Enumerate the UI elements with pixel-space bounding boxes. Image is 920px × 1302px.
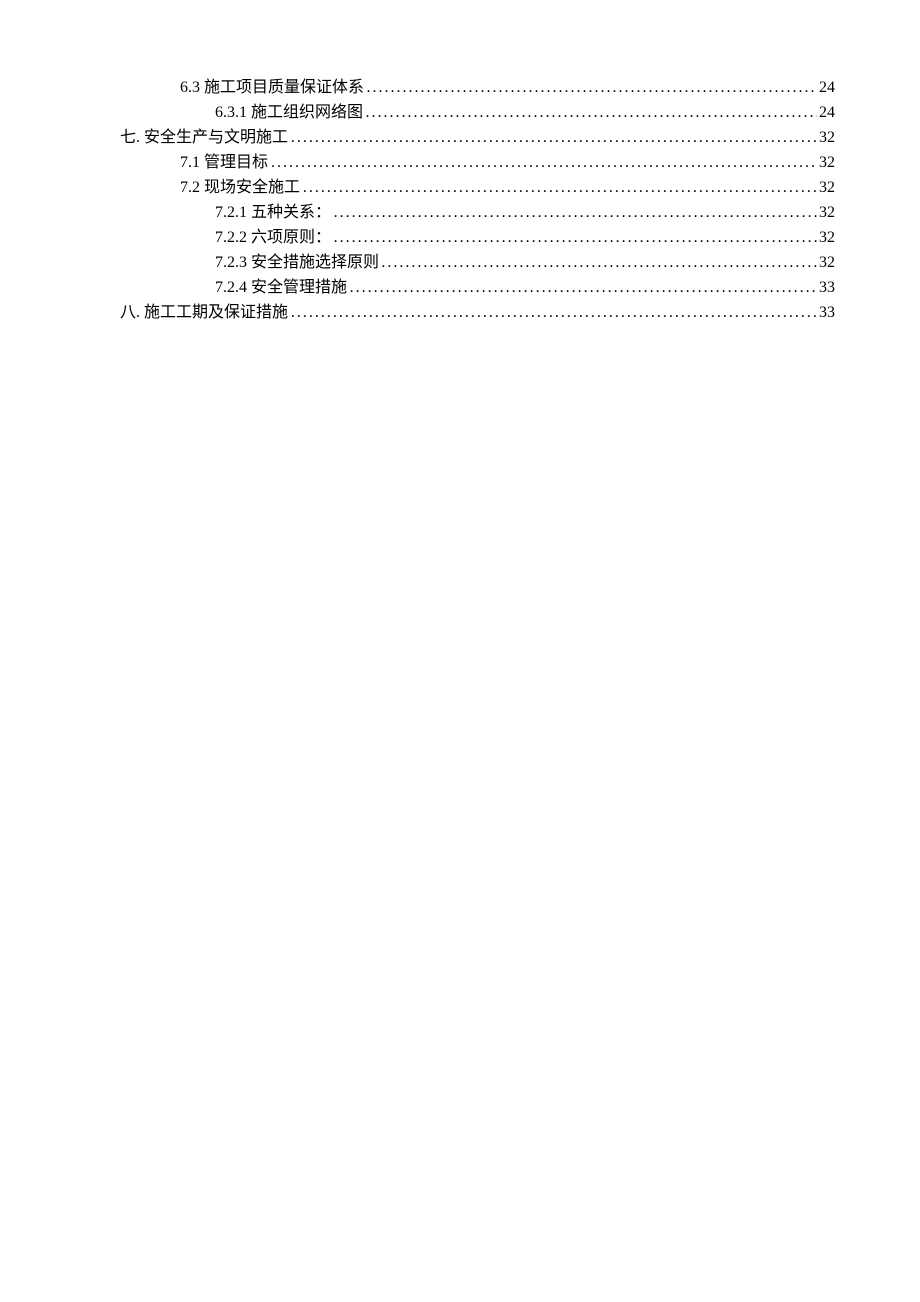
toc-entry: 6.3.1 施工组织网络图 ..........................… xyxy=(120,100,835,125)
toc-label: 7.2 现场安全施工 xyxy=(180,175,300,200)
toc-entry: 7.2.4 安全管理措施 ...........................… xyxy=(120,275,835,300)
toc-page-number: 24 xyxy=(817,100,835,125)
toc-leader: ........................................… xyxy=(303,175,817,200)
toc-entry: 7.2 现场安全施工 .............................… xyxy=(120,175,835,200)
toc-leader: ........................................… xyxy=(271,150,817,175)
toc-label: 7.2.2 六项原则： xyxy=(215,225,331,250)
toc-entry: 6.3 施工项目质量保证体系 .........................… xyxy=(120,75,835,100)
toc-label: 7.1 管理目标 xyxy=(180,150,268,175)
toc-entry: 7.2.3 安全措施选择原则 .........................… xyxy=(120,250,835,275)
toc-label: 6.3 施工项目质量保证体系 xyxy=(180,75,364,100)
toc-page-number: 32 xyxy=(817,250,835,275)
toc-entry: 七. 安全生产与文明施工 ...........................… xyxy=(120,125,835,150)
toc-page-number: 33 xyxy=(817,275,835,300)
toc-entry: 7.2.1 五种关系： ............................… xyxy=(120,200,835,225)
toc-leader: ........................................… xyxy=(381,250,817,275)
toc-entry: 7.2.2 六项原则： ............................… xyxy=(120,225,835,250)
toc-leader: ........................................… xyxy=(291,300,817,325)
toc-leader: ........................................… xyxy=(291,125,817,150)
toc-entry: 八. 施工工期及保证措施 ...........................… xyxy=(120,300,835,325)
toc-label: 7.2.4 安全管理措施 xyxy=(215,275,347,300)
toc-page-number: 32 xyxy=(817,150,835,175)
toc-label: 7.2.3 安全措施选择原则 xyxy=(215,250,379,275)
toc-page-number: 32 xyxy=(817,175,835,200)
toc-leader: ........................................… xyxy=(334,225,817,250)
toc-label: 6.3.1 施工组织网络图 xyxy=(215,100,363,125)
document-page: 6.3 施工项目质量保证体系 .........................… xyxy=(0,0,920,1302)
toc-label: 七. 安全生产与文明施工 xyxy=(120,125,288,150)
toc-entry: 7.1 管理目标 ...............................… xyxy=(120,150,835,175)
toc-page-number: 24 xyxy=(817,75,835,100)
toc-leader: ........................................… xyxy=(350,275,817,300)
toc-leader: ........................................… xyxy=(334,200,817,225)
toc-page-number: 32 xyxy=(817,225,835,250)
toc-leader: ........................................… xyxy=(365,100,817,125)
table-of-contents: 6.3 施工项目质量保证体系 .........................… xyxy=(120,75,835,325)
toc-page-number: 33 xyxy=(817,300,835,325)
toc-label: 7.2.1 五种关系： xyxy=(215,200,331,225)
toc-label: 八. 施工工期及保证措施 xyxy=(120,300,288,325)
toc-page-number: 32 xyxy=(817,200,835,225)
toc-page-number: 32 xyxy=(817,125,835,150)
toc-leader: ........................................… xyxy=(366,75,817,100)
